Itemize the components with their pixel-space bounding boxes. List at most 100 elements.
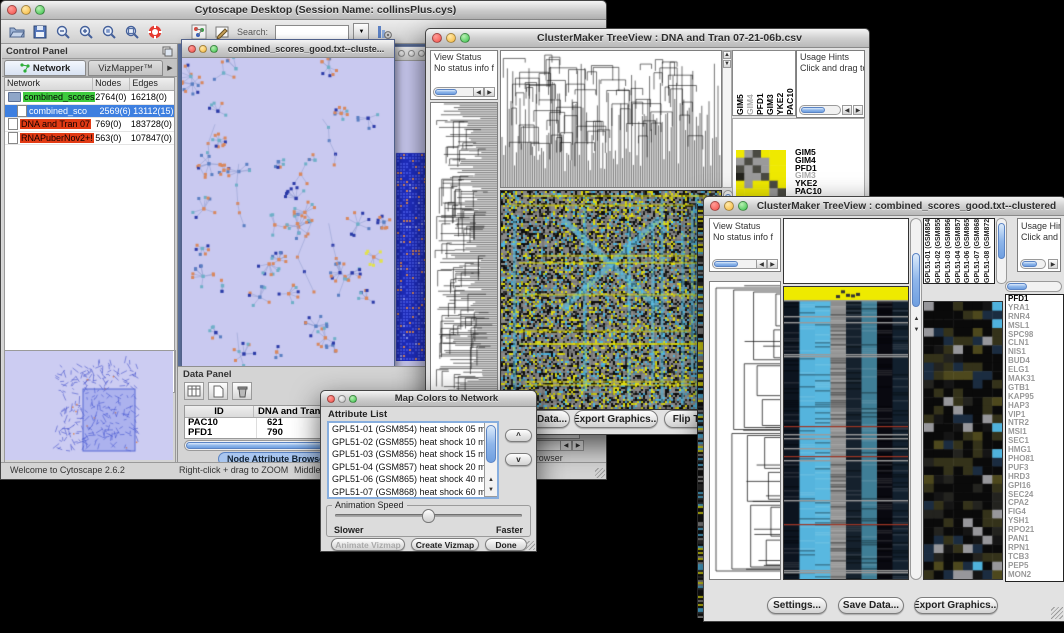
tv1-global-heatmap[interactable] xyxy=(500,190,722,410)
network-view-canvas[interactable] xyxy=(182,58,392,366)
col-edges[interactable]: Edges xyxy=(130,78,174,90)
gene-label[interactable]: MON2 xyxy=(1008,571,1063,580)
resize-grip[interactable] xyxy=(526,541,535,550)
scroll-down-button[interactable]: ▼ xyxy=(486,485,496,495)
dialog-titlebar[interactable]: Map Colors to Network xyxy=(321,391,536,407)
tab-overflow-button[interactable]: ▶ xyxy=(163,59,177,76)
scroll-left-button[interactable]: ◀ xyxy=(756,259,767,269)
tv1-detail-heatmap[interactable] xyxy=(736,150,786,196)
vscrollbar-thumb[interactable] xyxy=(912,253,920,307)
tab-network[interactable]: Network xyxy=(4,60,86,76)
attribute-list-vscrollbar[interactable]: ▲ ▼ xyxy=(484,423,497,497)
zoom-button[interactable] xyxy=(460,33,470,43)
usage-hints-hscrollbar[interactable] xyxy=(799,105,841,115)
minimize-button[interactable] xyxy=(199,45,207,53)
vizmapper-icon[interactable] xyxy=(191,24,207,40)
settings-button[interactable]: Settings... xyxy=(767,597,827,614)
zoom-in-icon[interactable] xyxy=(78,24,94,40)
resize-grip[interactable] xyxy=(595,468,605,478)
help-lifering-icon[interactable] xyxy=(147,24,163,40)
treeview2-titlebar[interactable]: ClusterMaker TreeView : combined_scores_… xyxy=(704,197,1064,216)
close-button[interactable] xyxy=(7,5,17,15)
resize-grip[interactable] xyxy=(1051,607,1063,619)
close-button[interactable] xyxy=(327,395,335,403)
network-row[interactable]: DNA and Tran 07769(0)183728(0) xyxy=(5,118,174,132)
tab-vizmapper[interactable]: VizMapper™ xyxy=(88,60,163,76)
tv1-column-dendrogram[interactable] xyxy=(500,50,722,188)
zoom-button[interactable] xyxy=(210,45,218,53)
scroll-left-button[interactable]: ◀ xyxy=(473,87,484,97)
id-column-header[interactable]: ID xyxy=(185,406,254,417)
delete-attribute-icon[interactable] xyxy=(232,382,252,400)
minimize-button[interactable] xyxy=(338,395,346,403)
scroll-left-button[interactable]: ◀ xyxy=(560,440,572,451)
animate-vizmap-button[interactable]: Animate Vizmap xyxy=(331,538,405,551)
attribute-listbox[interactable]: GPL51-01 (GSM854) heat shock 05 minGPL51… xyxy=(327,421,499,499)
vscrollbar-thumb[interactable] xyxy=(486,425,496,463)
close-button[interactable] xyxy=(432,33,442,43)
new-attribute-icon[interactable] xyxy=(208,382,228,400)
export-graphics-button[interactable]: Export Graphics... xyxy=(574,410,658,428)
scroll-up-button[interactable]: ▲ xyxy=(912,314,921,323)
save-data-button[interactable]: Save Data... xyxy=(838,597,904,614)
attribute-item[interactable]: GPL51-06 (GSM865) heat shock 40 min xyxy=(332,473,497,486)
tv2-vscrollbar[interactable]: ▲ ▼ xyxy=(910,218,922,580)
zoom-button[interactable] xyxy=(738,201,748,211)
close-button[interactable] xyxy=(398,50,405,57)
scroll-down-button[interactable]: ▼ xyxy=(912,325,921,334)
minimize-button[interactable] xyxy=(446,33,456,43)
attribute-item[interactable]: GPL51-02 (GSM855) heat shock 10 min xyxy=(332,436,497,449)
scroll-up-button[interactable]: ▲ xyxy=(723,51,731,59)
network-row[interactable]: combined_scores2764(0)16218(0) xyxy=(5,91,174,105)
tv2-labels-vscrollbar[interactable] xyxy=(996,218,1007,284)
main-titlebar[interactable]: Cytoscape Desktop (Session Name: collins… xyxy=(1,1,606,20)
scroll-right-button[interactable]: ▶ xyxy=(853,105,863,115)
tv2-row-dendrogram[interactable] xyxy=(709,281,781,580)
view-status-hscrollbar[interactable] xyxy=(712,259,762,269)
done-button[interactable]: Done xyxy=(485,538,527,551)
move-down-button[interactable]: v xyxy=(505,453,532,466)
gene-list-hscrollbar[interactable] xyxy=(1005,281,1062,292)
open-file-icon[interactable] xyxy=(9,24,25,40)
gene-list[interactable]: PFD1YRA1RNR4MSL1SPC98CLN1NIS1BUD4ELG1MAK… xyxy=(1005,294,1064,582)
scroll-right-button[interactable]: ▶ xyxy=(1048,259,1058,269)
network-overview-panel[interactable] xyxy=(4,350,176,463)
tv2-detail-heatmap[interactable] xyxy=(923,301,1003,580)
zoom-out-icon[interactable] xyxy=(55,24,71,40)
scroll-right-button[interactable]: ▶ xyxy=(767,259,778,269)
col-network[interactable]: Network xyxy=(5,78,93,90)
search-dropdown-button[interactable]: ▼ xyxy=(353,23,369,41)
export-graphics-button[interactable]: Export Graphics... xyxy=(914,597,998,614)
network-row[interactable]: RNAPuberNov2+!563(0)107847(0) xyxy=(5,132,174,146)
scroll-left-button[interactable]: ◀ xyxy=(842,105,852,115)
tv1-row-dendrogram[interactable] xyxy=(430,102,498,410)
plugins-chart-icon[interactable] xyxy=(376,24,392,40)
scroll-up-button[interactable]: ▲ xyxy=(486,475,496,485)
scroll-down-button[interactable]: ▼ xyxy=(723,60,731,68)
close-button[interactable] xyxy=(188,45,196,53)
annotation-icon[interactable] xyxy=(214,24,230,40)
close-button[interactable] xyxy=(710,201,720,211)
col-nodes[interactable]: Nodes xyxy=(93,78,130,90)
attribute-item[interactable]: GPL51-01 (GSM854) heat shock 05 min xyxy=(332,423,497,436)
scroll-right-button[interactable]: ▶ xyxy=(572,440,584,451)
zoom-button[interactable] xyxy=(349,395,357,403)
float-panel-icon[interactable] xyxy=(162,46,173,57)
create-vizmap-button[interactable]: Create Vizmap xyxy=(411,538,479,551)
zoom-fit-icon[interactable] xyxy=(124,24,140,40)
minimize-button[interactable] xyxy=(724,201,734,211)
slider-thumb[interactable] xyxy=(422,509,435,523)
move-up-button[interactable]: ^ xyxy=(505,429,532,442)
zoom-button[interactable] xyxy=(35,5,45,15)
vscrollbar-thumb[interactable] xyxy=(998,223,1005,259)
network-row[interactable]: combined_sco2569(6)13112(15) xyxy=(5,105,174,119)
tv2-global-heatmap[interactable] xyxy=(783,286,909,580)
attribute-item[interactable]: GPL51-07 (GSM868) heat shock 60 min xyxy=(332,486,497,499)
minimize-button[interactable] xyxy=(21,5,31,15)
save-icon[interactable] xyxy=(32,24,48,40)
zoom-selected-icon[interactable] xyxy=(101,24,117,40)
zoom-button[interactable] xyxy=(418,50,425,57)
treeview1-titlebar[interactable]: ClusterMaker TreeView : DNA and Tran 07-… xyxy=(426,29,869,48)
attribute-item[interactable]: GPL51-04 (GSM857) heat shock 20 min xyxy=(332,461,497,474)
minimize-button[interactable] xyxy=(408,50,415,57)
